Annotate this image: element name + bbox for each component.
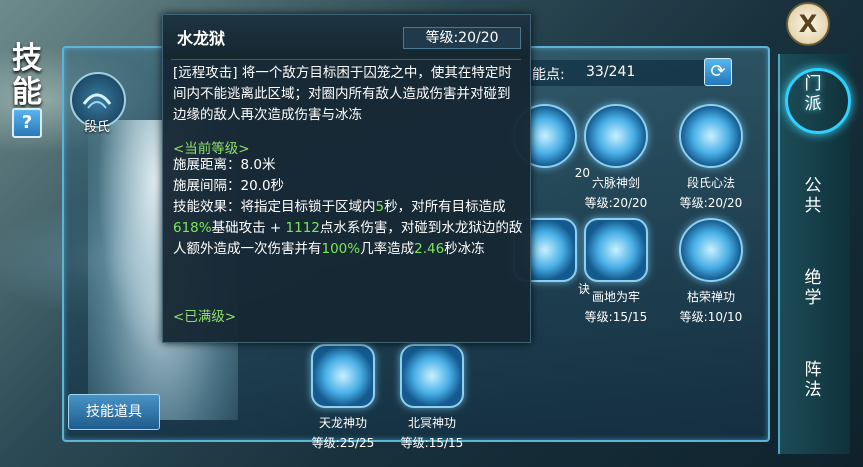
tab-label: 阵法 bbox=[804, 360, 822, 400]
skill-name: 六脉神剑 bbox=[591, 176, 640, 190]
skill-level: 等级:20/20 bbox=[679, 196, 743, 210]
skill-kurong-changong[interactable]: 枯荣禅功 等级:10/10 bbox=[666, 218, 756, 324]
skill-points-value: 33/241 bbox=[586, 64, 636, 80]
skill-beiming-shengong[interactable]: 北冥神功 等级:15/15 bbox=[387, 344, 477, 450]
tab-menpai[interactable]: 门派 bbox=[778, 74, 848, 134]
effect-attack-percent: 618% bbox=[173, 220, 212, 236]
sword-skill-icon bbox=[584, 104, 648, 168]
maxed-level-label: <已满级> bbox=[173, 309, 237, 325]
effect-freeze-chance: 100% bbox=[321, 241, 361, 257]
tooltip-skill-name: 水龙狱 bbox=[177, 29, 226, 48]
tab-juexue[interactable]: 绝学 bbox=[778, 268, 848, 328]
cast-interval: 施展间隔：20.0秒 bbox=[173, 178, 285, 194]
skill-items-button[interactable]: 技能道具 bbox=[68, 394, 160, 430]
close-button[interactable]: X bbox=[786, 2, 830, 46]
title-char-1: 技 bbox=[12, 41, 42, 76]
tab-label: 绝学 bbox=[804, 268, 822, 308]
tooltip-divider bbox=[171, 59, 521, 60]
skill-effect: 技能效果：将指定目标锁于区域内5秒，对所有目标造成 618%基础攻击 + 1112… bbox=[173, 197, 523, 260]
skill-liumai-shenjian[interactable]: 六脉神剑 等级:20/20 bbox=[571, 104, 661, 210]
skill-name: 北冥神功 bbox=[407, 416, 456, 430]
skills-page-title: 技 能 bbox=[8, 42, 46, 110]
effect-text: 秒冰冻 bbox=[444, 241, 485, 257]
skill-level: 等级:25/25 bbox=[311, 436, 375, 450]
skill-level: 等级:15/15 bbox=[400, 436, 464, 450]
effect-text: 秒，对所有目标造成 bbox=[384, 199, 506, 215]
skill-points-bar: 能点: 33/241 bbox=[520, 60, 732, 86]
tab-label: 公共 bbox=[804, 176, 822, 216]
effect-freeze-duration: 2.46 bbox=[414, 241, 445, 257]
tab-gonggong[interactable]: 公共 bbox=[778, 176, 848, 236]
effect-duration: 5 bbox=[375, 199, 385, 215]
meditation-skill-icon bbox=[679, 104, 743, 168]
water-skill-icon bbox=[400, 344, 464, 408]
skill-tianlong-shengong[interactable]: 天龙神功 等级:25/25 bbox=[298, 344, 388, 450]
skill-duanshi-xinfa[interactable]: 段氏心法 等级:20/20 bbox=[666, 104, 756, 210]
skill-points-label: 能点: bbox=[532, 67, 565, 83]
title-char-2: 能 bbox=[12, 75, 42, 110]
skill-level: 等级:15/15 bbox=[584, 310, 648, 324]
effect-text: 基础攻击 + bbox=[211, 220, 286, 236]
school-label: 段氏 bbox=[83, 120, 110, 135]
yin-yang-skill-icon bbox=[679, 218, 743, 282]
skill-tooltip: 水龙狱 等级:20/20 [远程攻击] 将一个敌方目标困于囚笼之中，使其在特定时… bbox=[162, 14, 531, 343]
tooltip-description: [远程攻击] 将一个敌方目标困于囚笼之中，使其在特定时间内不能逃离此区域；对圈内… bbox=[173, 65, 512, 123]
tab-label: 门派 bbox=[804, 74, 822, 114]
effect-text: 几率造成 bbox=[360, 241, 415, 257]
skill-name: 枯荣禅功 bbox=[686, 290, 735, 304]
skill-huadi-weilao[interactable]: 画地为牢 等级:15/15 bbox=[571, 218, 661, 324]
tooltip-skill-level: 等级:20/20 bbox=[403, 27, 521, 49]
skill-level: 等级:10/10 bbox=[679, 310, 743, 324]
skill-name: 画地为牢 bbox=[591, 290, 640, 304]
help-button[interactable]: ? bbox=[12, 108, 42, 138]
current-level-label: <当前等级> bbox=[173, 141, 250, 157]
refresh-icon[interactable]: ⟳ bbox=[704, 58, 732, 86]
skill-name: 段氏心法 bbox=[686, 176, 735, 190]
tab-zhenfa[interactable]: 阵法 bbox=[778, 360, 848, 420]
cast-range: 施展距离：8.0米 bbox=[173, 157, 276, 173]
skill-name: 天龙神功 bbox=[318, 416, 367, 430]
cage-skill-icon bbox=[584, 218, 648, 282]
tooltip-header: 水龙狱 等级:20/20 bbox=[163, 15, 530, 59]
effect-text: 技能效果：将指定目标锁于区域内 bbox=[173, 199, 376, 215]
effect-water-damage: 1112 bbox=[285, 220, 320, 236]
skill-level: 等级:20/20 bbox=[584, 196, 648, 210]
dragon-skill-icon bbox=[311, 344, 375, 408]
